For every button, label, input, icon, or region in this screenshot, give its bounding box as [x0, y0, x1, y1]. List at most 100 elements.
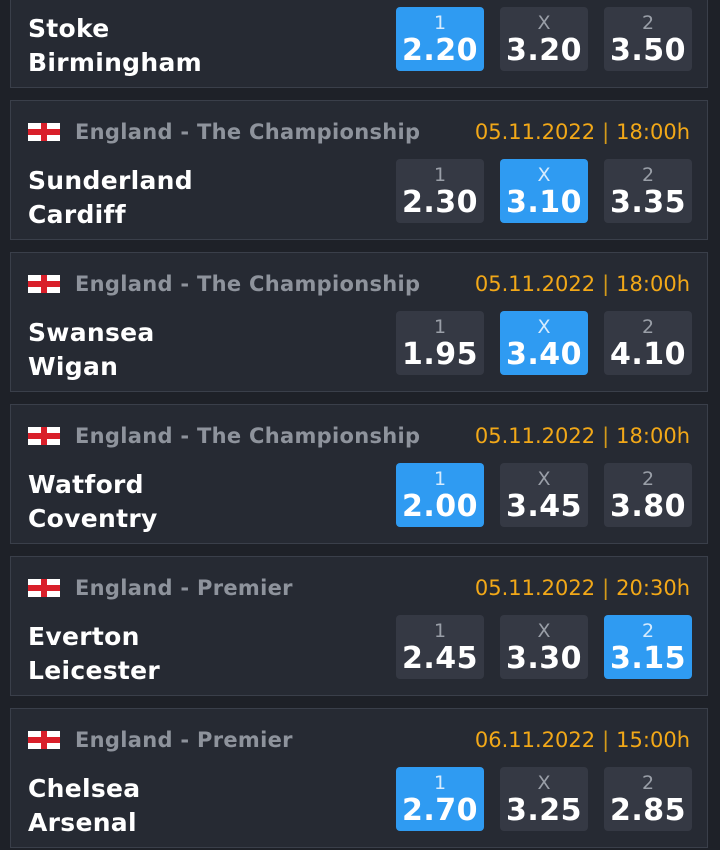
- league-name: England - The Championship: [75, 424, 421, 448]
- league-row: England - The Championship 05.11.2022 | 18…: [28, 421, 690, 451]
- home-team: Everton: [28, 622, 140, 651]
- england-flag-icon: [28, 579, 60, 597]
- england-flag-icon: [28, 275, 60, 293]
- odd-label: 1: [433, 164, 447, 186]
- odd-label: X: [537, 620, 551, 642]
- odds-group: 1 2.70 X 3.25 2 2.85: [396, 767, 692, 831]
- odd-away-button[interactable]: 2 2.85: [604, 767, 692, 831]
- odd-value: 3.30: [505, 641, 583, 676]
- odd-home-button[interactable]: 1 1.95: [396, 311, 484, 375]
- odd-away-button[interactable]: 2 3.80: [604, 463, 692, 527]
- odd-draw-button[interactable]: X 3.20: [500, 7, 588, 71]
- datetime-separator: |: [602, 728, 610, 752]
- match-card[interactable]: England - The Championship 05.11.2022 | 18…: [10, 404, 708, 544]
- match-time: 18:00h: [616, 120, 690, 144]
- odd-label: 1: [433, 468, 447, 490]
- datetime-separator: |: [602, 424, 610, 448]
- match-card[interactable]: England - Premier 06.11.2022 | 15:00h Chel…: [10, 708, 708, 848]
- match-date: 05.11.2022: [474, 272, 596, 296]
- odd-home-button[interactable]: 1 2.45: [396, 615, 484, 679]
- odd-draw-button[interactable]: X 3.40: [500, 311, 588, 375]
- league-name: England - The Championship: [75, 120, 421, 144]
- odd-away-button[interactable]: 2 3.15: [604, 615, 692, 679]
- odd-label: 2: [641, 164, 655, 186]
- odd-label: 1: [433, 620, 447, 642]
- teams: Swansea Wigan: [28, 316, 368, 384]
- match-card[interactable]: England - The Championship 05.11.2022 | 18…: [10, 100, 708, 240]
- match-time: 18:00h: [616, 424, 690, 448]
- match-card[interactable]: England - The Championship 05.11.2022 | 18…: [10, 252, 708, 392]
- odds-group: 1 2.00 X 3.45 2 3.80: [396, 463, 692, 527]
- league-row: England - Premier 05.11.2022 | 20:30h: [28, 573, 690, 603]
- teams: Watford Coventry: [28, 468, 368, 536]
- odd-label: X: [537, 316, 551, 338]
- league-name: England - Premier: [75, 576, 293, 600]
- odd-away-button[interactable]: 2 3.50: [604, 7, 692, 71]
- match-card[interactable]: England - Premier 05.11.2022 | 20:30h Ever…: [10, 556, 708, 696]
- league-name: England - Premier: [75, 728, 293, 752]
- match-date: 05.11.2022: [474, 424, 596, 448]
- away-team: Arsenal: [28, 808, 137, 837]
- odd-home-button[interactable]: 1 2.30: [396, 159, 484, 223]
- match-time: 15:00h: [616, 728, 690, 752]
- match-datetime: 05.11.2022 | 18:00h: [475, 272, 690, 296]
- match-date: 05.11.2022: [474, 576, 596, 600]
- odd-value: 2.20: [401, 33, 479, 68]
- odd-value: 3.10: [505, 185, 583, 220]
- match-datetime: 05.11.2022 | 18:00h: [475, 120, 690, 144]
- odd-home-button[interactable]: 1 2.70: [396, 767, 484, 831]
- home-team: Stoke: [28, 14, 110, 43]
- odd-label: X: [537, 12, 551, 34]
- odd-draw-button[interactable]: X 3.30: [500, 615, 588, 679]
- odd-label: 1: [433, 772, 447, 794]
- england-flag-icon: [28, 427, 60, 445]
- odd-label: 2: [641, 12, 655, 34]
- teams: Sunderland Cardiff: [28, 164, 368, 232]
- away-team: Wigan: [28, 352, 119, 381]
- odd-value: 3.20: [505, 33, 583, 68]
- match-card[interactable]: Stoke Birmingham 1 2.20 X 3.20 2 3.50: [10, 0, 708, 88]
- away-team: Coventry: [28, 504, 158, 533]
- league-row: England - Premier 06.11.2022 | 15:00h: [28, 725, 690, 755]
- match-datetime: 06.11.2022 | 15:00h: [475, 728, 690, 752]
- odd-draw-button[interactable]: X 3.10: [500, 159, 588, 223]
- odds-group: 1 2.30 X 3.10 2 3.35: [396, 159, 692, 223]
- odd-label: 2: [641, 772, 655, 794]
- odd-home-button[interactable]: 1 2.20: [396, 7, 484, 71]
- odd-value: 2.45: [401, 641, 479, 676]
- odd-draw-button[interactable]: X 3.25: [500, 767, 588, 831]
- odd-away-button[interactable]: 2 4.10: [604, 311, 692, 375]
- odd-label: 1: [433, 316, 447, 338]
- datetime-separator: |: [602, 272, 610, 296]
- odd-label: X: [537, 772, 551, 794]
- datetime-separator: |: [602, 576, 610, 600]
- odd-value: 2.30: [401, 185, 479, 220]
- odd-away-button[interactable]: 2 3.35: [604, 159, 692, 223]
- odds-group: 1 1.95 X 3.40 2 4.10: [396, 311, 692, 375]
- odd-value: 2.85: [609, 793, 687, 828]
- teams: Chelsea Arsenal: [28, 772, 368, 840]
- away-team: Birmingham: [28, 48, 202, 77]
- home-team: Watford: [28, 470, 144, 499]
- odds-group: 1 2.45 X 3.30 2 3.15: [396, 615, 692, 679]
- match-date: 06.11.2022: [474, 728, 596, 752]
- england-flag-icon: [28, 123, 60, 141]
- league-row: England - The Championship 05.11.2022 | 18…: [28, 269, 690, 299]
- odd-home-button[interactable]: 1 2.00: [396, 463, 484, 527]
- teams: Everton Leicester: [28, 620, 368, 688]
- away-team: Leicester: [28, 656, 161, 685]
- odd-value: 3.40: [505, 337, 583, 372]
- match-datetime: 05.11.2022 | 20:30h: [475, 576, 690, 600]
- odd-draw-button[interactable]: X 3.45: [500, 463, 588, 527]
- match-time: 20:30h: [616, 576, 690, 600]
- odd-value: 3.25: [505, 793, 583, 828]
- odd-value: 3.15: [609, 641, 687, 676]
- odd-value: 4.10: [609, 337, 687, 372]
- odd-label: 1: [433, 12, 447, 34]
- odd-value: 1.95: [401, 337, 479, 372]
- teams: Stoke Birmingham: [28, 12, 368, 80]
- odd-value: 2.70: [401, 793, 479, 828]
- odd-label: 2: [641, 620, 655, 642]
- away-team: Cardiff: [28, 200, 126, 229]
- league-name: England - The Championship: [75, 272, 421, 296]
